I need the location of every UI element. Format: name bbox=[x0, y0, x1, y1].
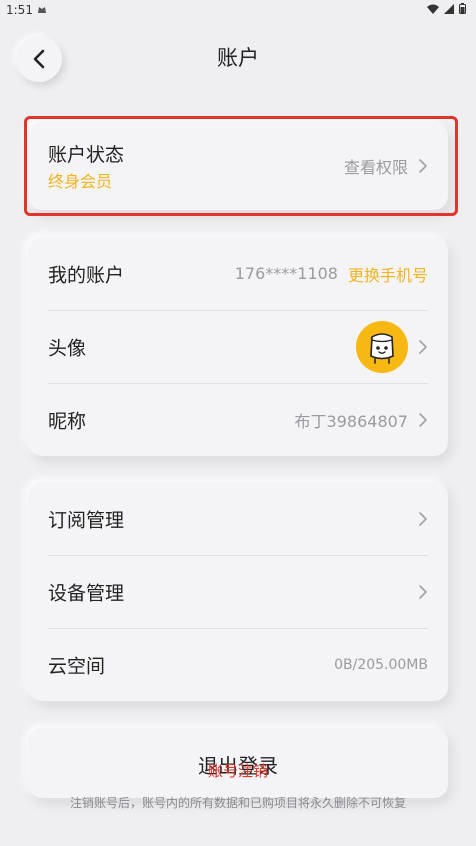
status-time: 1:51 bbox=[6, 3, 33, 17]
highlight-box bbox=[24, 116, 458, 216]
avatar bbox=[356, 320, 408, 373]
phone-number: 176****1108 bbox=[234, 264, 338, 283]
device-row[interactable]: 设备管理 bbox=[28, 555, 448, 628]
chevron-right-icon bbox=[419, 339, 427, 354]
cloud-row: 云空间 0B/205.00MB bbox=[28, 628, 448, 701]
page-title: 账户 bbox=[217, 46, 259, 70]
avatar-row[interactable]: 头像 bbox=[28, 310, 448, 383]
cloud-usage: 0B/205.00MB bbox=[334, 656, 428, 673]
change-phone-link[interactable]: 更换手机号 bbox=[348, 262, 428, 286]
chevron-right-icon bbox=[419, 584, 427, 599]
chevron-right-icon bbox=[419, 412, 427, 427]
pudding-avatar-icon bbox=[370, 332, 394, 364]
cancel-account-link[interactable]: 账号注销 bbox=[0, 760, 476, 781]
notification-app-icon bbox=[38, 7, 46, 13]
subscription-row[interactable]: 订阅管理 bbox=[28, 482, 448, 555]
profile-card: 我的账户 176****1108 更换手机号 头像 昵称 布丁39864807 bbox=[28, 237, 448, 456]
device-label: 设备管理 bbox=[48, 582, 125, 604]
chevron-right-icon bbox=[419, 511, 427, 526]
status-bar: 1:51 bbox=[0, 0, 476, 20]
management-card: 订阅管理 设备管理 云空间 0B/205.00MB bbox=[28, 482, 448, 701]
wifi-icon bbox=[427, 4, 439, 14]
cancel-account-note: 注销账号后，账号内的所有数据和已购项目将永久删除不可恢复 bbox=[69, 796, 406, 810]
nickname-value: 布丁39864807 bbox=[294, 411, 408, 431]
signal-icon bbox=[444, 3, 454, 14]
my-account-row: 我的账户 176****1108 更换手机号 bbox=[28, 237, 448, 310]
my-account-label: 我的账户 bbox=[48, 264, 125, 286]
avatar-label: 头像 bbox=[48, 337, 87, 359]
header: 账户 bbox=[0, 30, 476, 82]
nickname-label: 昵称 bbox=[48, 410, 87, 432]
nickname-row[interactable]: 昵称 布丁39864807 bbox=[28, 383, 448, 456]
subscription-label: 订阅管理 bbox=[48, 509, 125, 531]
cloud-label: 云空间 bbox=[48, 655, 106, 677]
battery-icon bbox=[459, 3, 466, 14]
